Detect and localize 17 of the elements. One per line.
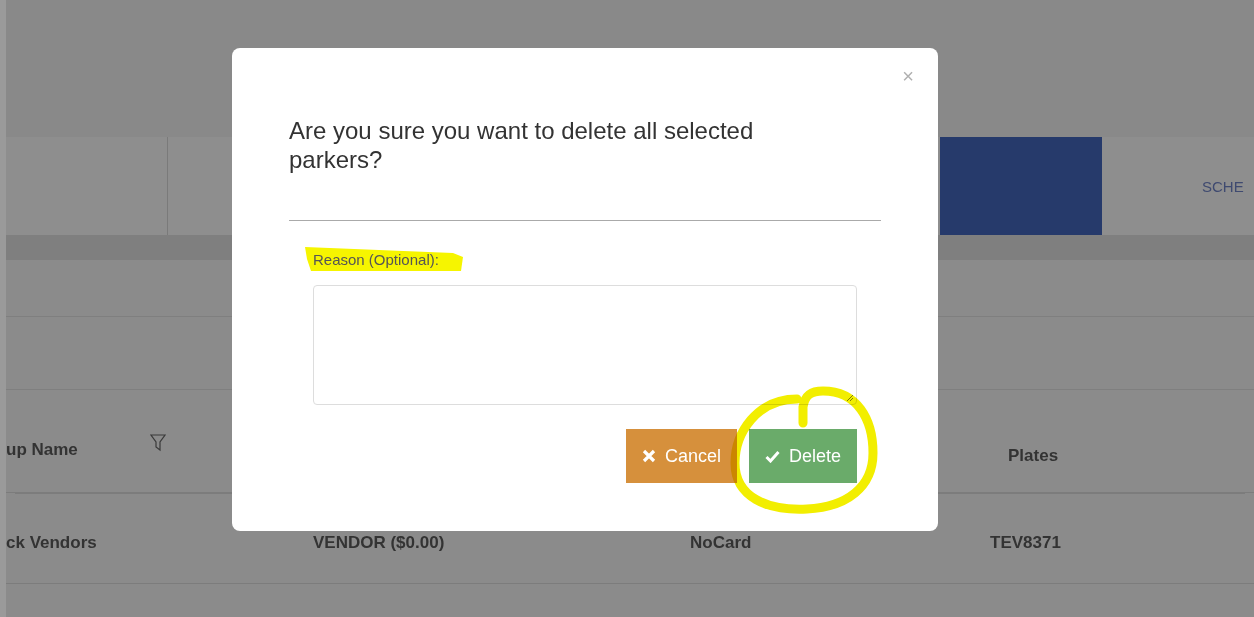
table-cell: TEV8371 [990,533,1061,552]
column-header[interactable]: up Name [6,440,78,460]
tab[interactable] [940,137,1102,235]
filter-icon[interactable] [149,434,166,452]
close-icon [641,449,656,463]
reason-field[interactable] [313,285,857,405]
delete-button[interactable]: Delete [748,429,857,483]
dialog-message: Are you sure you want to delete all selected parkers? [289,116,755,174]
table-cell: VENDOR ($0.00) [313,533,445,552]
field-label: Reason (Optional): [313,251,439,268]
checkmark-icon [764,449,780,463]
tab[interactable]: SCHE [1102,137,1254,235]
table-cell: NoCard [690,533,752,552]
column-header[interactable]: Plates [1008,446,1059,466]
close-button[interactable]: × [902,66,914,86]
cancel-button[interactable]: Cancel [625,429,737,483]
table-cell: ck Vendors [6,533,97,552]
